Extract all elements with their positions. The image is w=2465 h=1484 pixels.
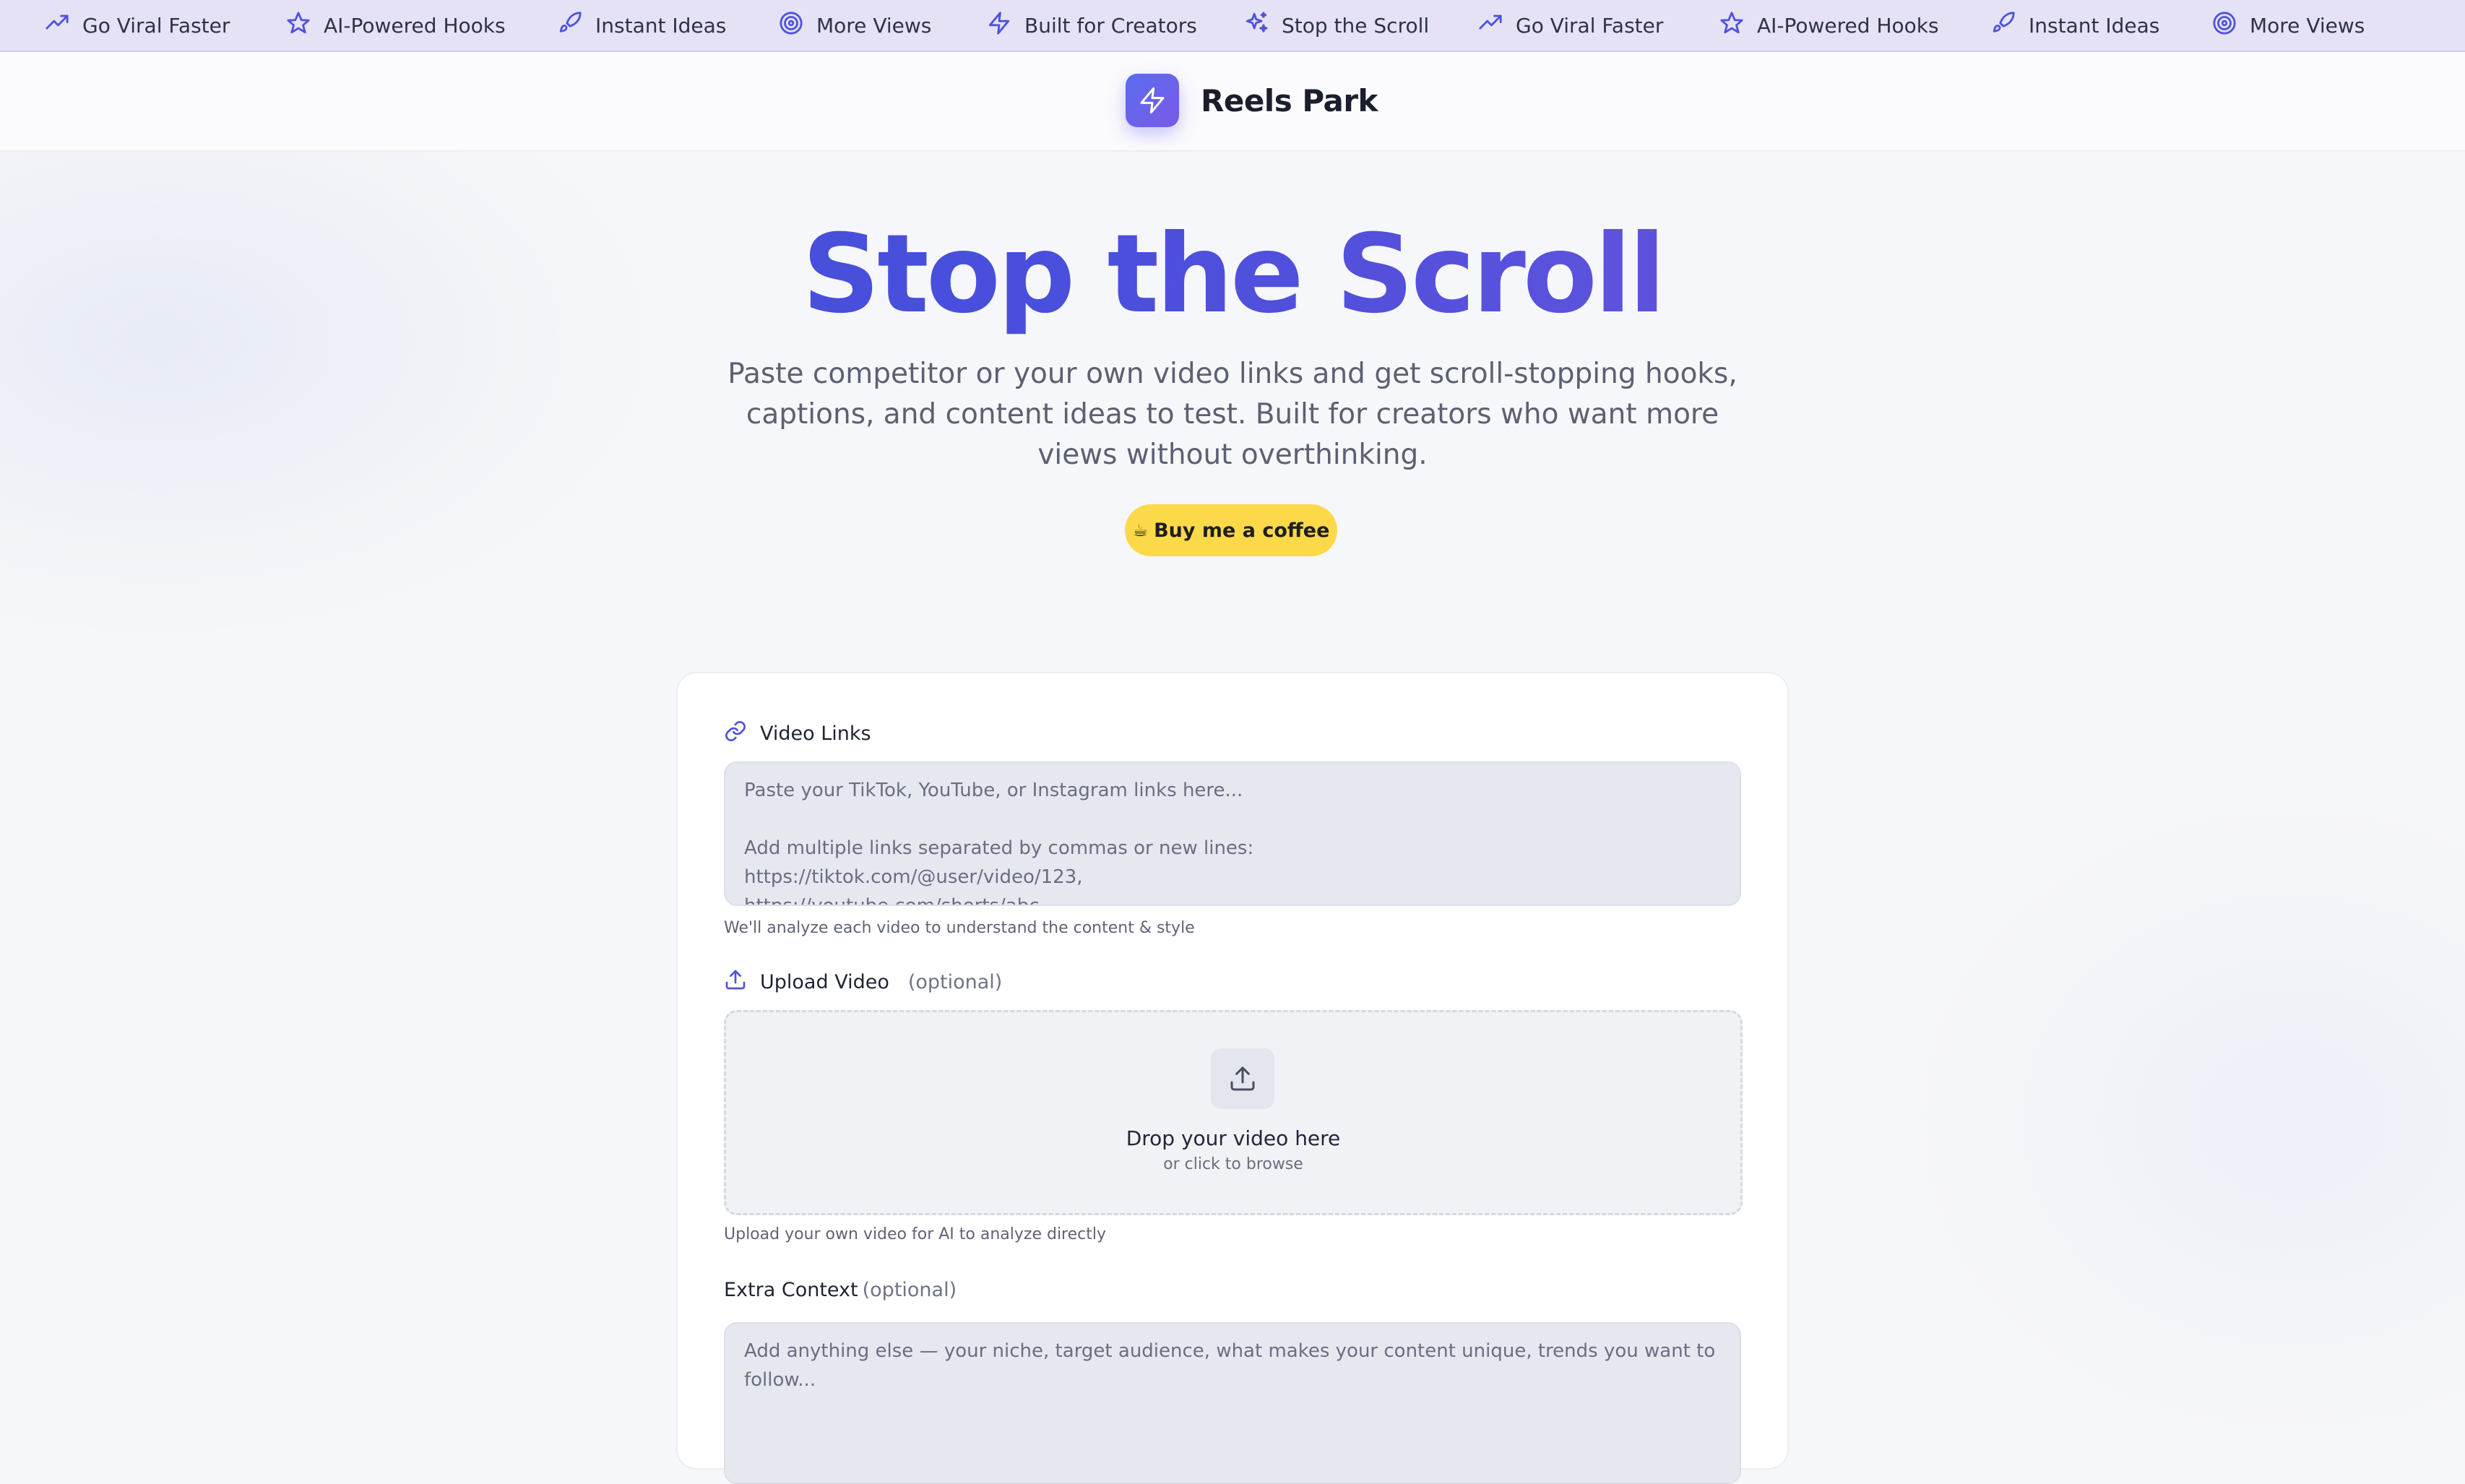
target-icon — [779, 11, 803, 40]
rocket-icon — [558, 11, 582, 40]
video-links-placeholder: Paste your TikTok, YouTube, or Instagram… — [744, 780, 1254, 906]
upload-icon — [1211, 1048, 1274, 1109]
coffee-button-label: Buy me a coffee — [1154, 519, 1330, 542]
ticker-bar: Go Viral Faster AI-Powered Hooks Instant… — [0, 0, 2465, 52]
video-links-helper: We'll analyze each video to understand t… — [724, 919, 1195, 937]
ticker-item-label: Instant Ideas — [595, 13, 727, 38]
ticker-item-label: Stop the Scroll — [1282, 13, 1430, 38]
upload-optional-tag: (optional) — [907, 971, 1003, 993]
video-links-input[interactable]: Paste your TikTok, YouTube, or Instagram… — [724, 762, 1741, 906]
extra-context-optional-tag: (optional) — [862, 1279, 957, 1301]
ticker-item: Instant Ideas — [1991, 0, 2159, 51]
trending-up-icon — [1478, 11, 1503, 40]
video-drop-zone[interactable]: Drop your video here or click to browse — [724, 1010, 1743, 1215]
brand-name: Reels Park — [1201, 82, 1378, 118]
extra-context-placeholder: Add anything else — your niche, target a… — [744, 1340, 1716, 1391]
video-links-label: Video Links — [724, 720, 871, 748]
ticker-item-label: Go Viral Faster — [1516, 13, 1664, 38]
ticker-item-label: More Views — [2250, 13, 2365, 38]
coffee-icon: ☕ — [1132, 520, 1149, 540]
ticker-item: AI-Powered Hooks — [286, 0, 506, 51]
ticker-item: Go Viral Faster — [1478, 0, 1663, 51]
zap-icon — [987, 11, 1011, 40]
buy-me-a-coffee-button[interactable]: ☕ Buy me a coffee — [1125, 504, 1337, 556]
ticker-item: Instant Ideas — [558, 0, 726, 51]
ticker-item: More Views — [2212, 0, 2365, 51]
ticker-item: Go Viral Faster — [45, 0, 230, 51]
upload-helper: Upload your own video for AI to analyze … — [724, 1225, 1107, 1243]
analysis-form-card: Video Links Paste your TikTok, YouTube, … — [676, 672, 1789, 1484]
ticker-item-label: AI-Powered Hooks — [324, 13, 506, 38]
background-glow-right — [1901, 795, 2465, 1445]
extra-context-label-text: Extra Context — [724, 1279, 858, 1301]
star-icon — [1719, 11, 1744, 40]
site-header: Reels Park — [0, 52, 2465, 152]
rocket-icon — [1991, 11, 2016, 40]
upload-video-label: Upload Video (optional) — [724, 968, 1002, 996]
star-icon — [286, 11, 311, 40]
ticker-item-label: Go Viral Faster — [82, 13, 230, 38]
drop-zone-title: Drop your video here — [1126, 1126, 1341, 1150]
ticker-item-label: Instant Ideas — [2029, 13, 2160, 38]
hero-subtitle: Paste competitor or your own video links… — [728, 358, 1737, 471]
upload-video-label-text: Upload Video — [760, 971, 889, 993]
video-links-label-text: Video Links — [760, 722, 871, 745]
ticker-item-label: More Views — [816, 13, 932, 38]
ticker-item: Stop the Scroll — [1244, 0, 1429, 51]
zap-icon — [1126, 74, 1179, 127]
ticker-item-label: AI-Powered Hooks — [1757, 13, 1939, 38]
ticker-item: Built for Creators — [987, 0, 1197, 51]
extra-context-input[interactable]: Add anything else — your niche, target a… — [724, 1322, 1741, 1484]
drop-zone-browse-hint: or click to browse — [1163, 1155, 1303, 1173]
ticker-item: AI-Powered Hooks — [1719, 0, 1939, 51]
target-icon — [2212, 11, 2237, 40]
ticker-item-label: Built for Creators — [1024, 13, 1197, 38]
ticker-item: More Views — [779, 0, 931, 51]
brand-link[interactable]: Reels Park — [1126, 74, 1378, 127]
sparkles-icon — [1244, 11, 1269, 40]
extra-context-label: Extra Context (optional) — [724, 1279, 957, 1301]
link-icon — [724, 720, 747, 748]
trending-up-icon — [45, 11, 69, 40]
upload-icon — [724, 968, 747, 996]
hero-title: Stop the Scroll — [0, 210, 2465, 340]
